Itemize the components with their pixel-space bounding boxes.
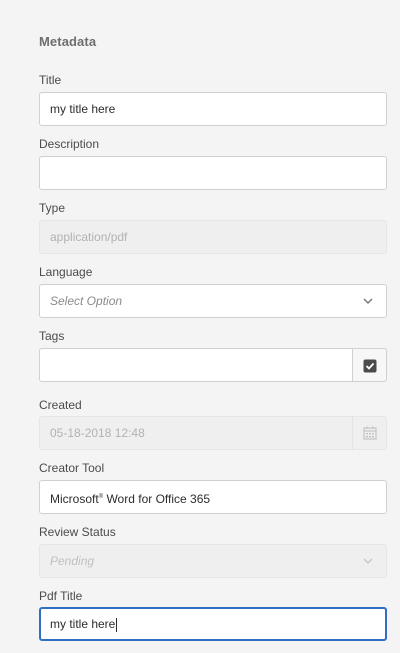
language-placeholder: Select Option (50, 294, 123, 308)
language-select[interactable]: Select Option (39, 284, 387, 318)
chevron-down-icon (362, 295, 374, 307)
language-label: Language (39, 265, 93, 279)
created-picker-button (352, 416, 387, 450)
creator-tool-label: Creator Tool (39, 461, 105, 475)
creator-tool-value-prefix: Microsoft (50, 492, 99, 506)
creator-tool-value: Microsoft® Word for Office 365 (50, 481, 210, 515)
pdf-title-value-wrap: my title here (50, 609, 118, 639)
type-value: application/pdf (50, 230, 128, 244)
section-title: Metadata (39, 34, 97, 49)
description-label: Description (39, 137, 100, 151)
description-input[interactable] (39, 156, 387, 190)
created-input: 05-18-2018 12:48 (39, 416, 387, 450)
type-label: Type (39, 201, 66, 215)
title-label: Title (39, 73, 62, 87)
review-status-label: Review Status (39, 525, 116, 539)
pdf-title-input[interactable]: my title here (39, 607, 387, 641)
title-value: my title here (50, 102, 116, 116)
calendar-icon (363, 426, 377, 440)
type-input: application/pdf (39, 220, 387, 254)
review-status-select: Pending (39, 544, 387, 578)
pdf-title-value: my title here (50, 617, 116, 631)
checkbox-icon (363, 359, 377, 373)
text-caret (116, 617, 118, 632)
title-input[interactable]: my title here (39, 92, 387, 126)
created-label: Created (39, 398, 82, 412)
tags-label: Tags (39, 329, 65, 343)
pdf-title-label: Pdf Title (39, 589, 83, 603)
review-status-placeholder: Pending (50, 554, 95, 568)
creator-tool-input[interactable]: Microsoft® Word for Office 365 (39, 480, 387, 514)
tags-picker-button[interactable] (352, 348, 387, 382)
created-value: 05-18-2018 12:48 (50, 426, 145, 440)
chevron-down-icon (362, 555, 374, 567)
metadata-panel: Metadata Title my title here Description… (0, 0, 400, 653)
tags-input[interactable] (39, 348, 387, 382)
creator-tool-value-suffix: Word for Office 365 (103, 492, 211, 506)
